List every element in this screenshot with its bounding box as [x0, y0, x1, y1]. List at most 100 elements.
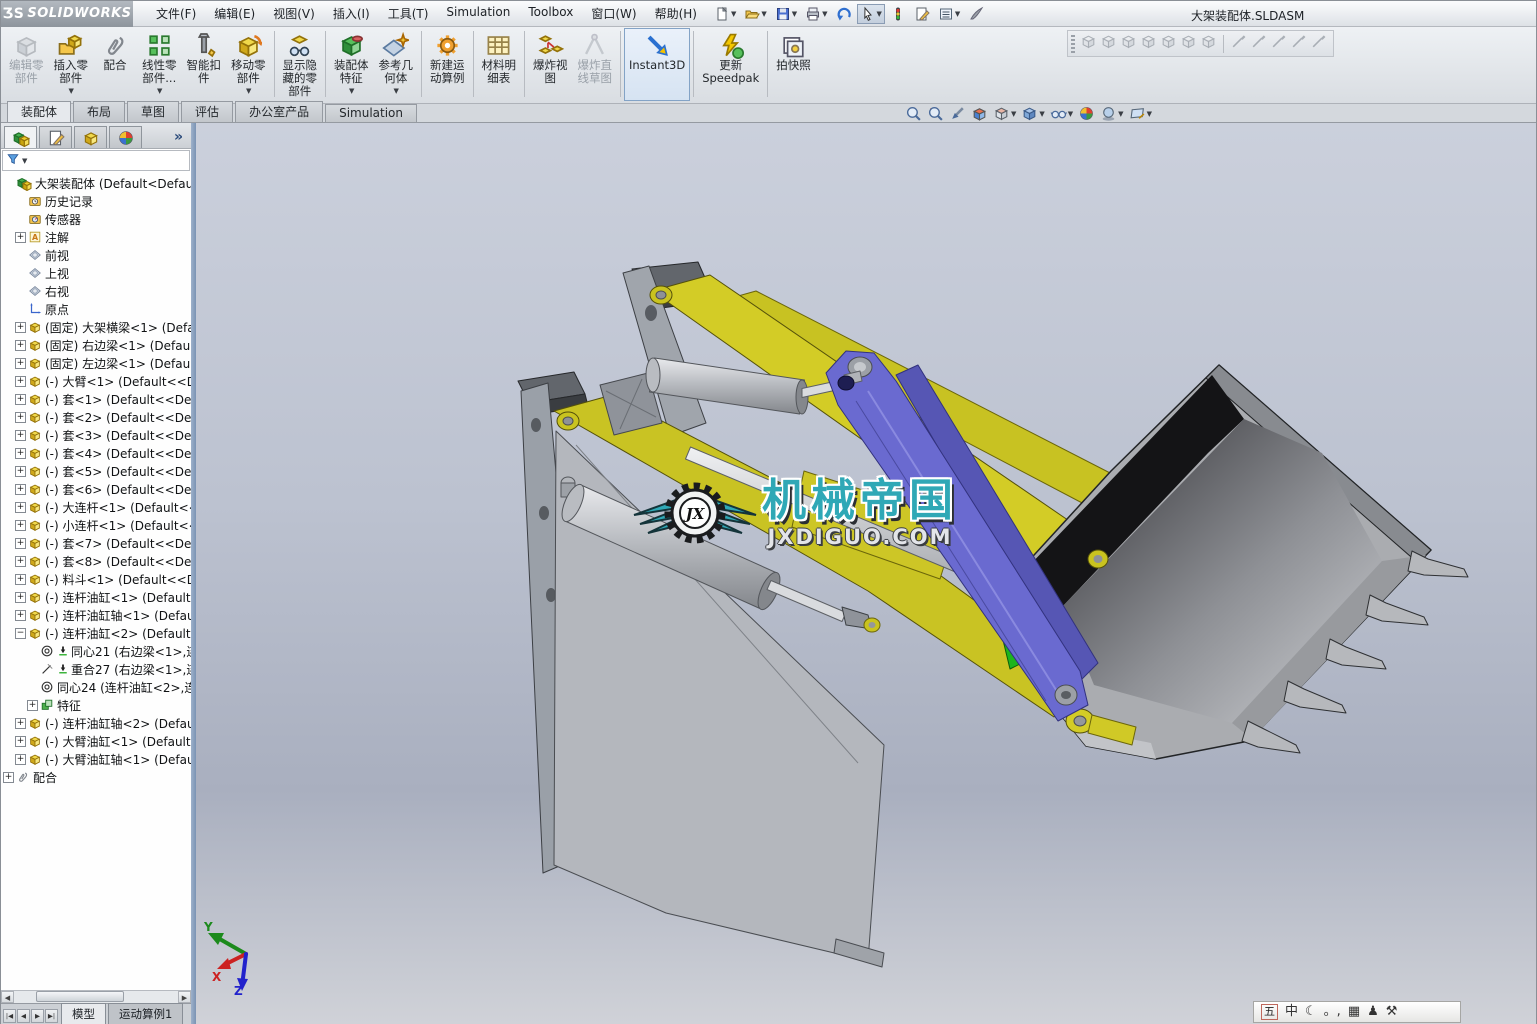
- panel-overflow-chevron[interactable]: »: [174, 129, 188, 148]
- tree-expander[interactable]: +: [15, 610, 26, 621]
- tree-expander[interactable]: +: [15, 592, 26, 603]
- menu-视图[interactable]: 视图(V): [264, 1, 324, 26]
- ribbon-show-hidden-button[interactable]: 显示隐藏的零部件: [278, 28, 323, 101]
- traffic-lights-button[interactable]: [887, 4, 909, 24]
- scrollbar-thumb[interactable]: [36, 991, 124, 1002]
- view-settings-button[interactable]: ▼: [1128, 105, 1153, 122]
- tree-row[interactable]: +(-) 连杆油缸轴<2> (Default: [1, 714, 191, 732]
- new-doc-button[interactable]: ▼: [711, 4, 739, 24]
- study-nav-button[interactable]: ◀: [17, 1009, 30, 1023]
- tree-row[interactable]: −(-) 连杆油缸<2> (Default<: [1, 624, 191, 642]
- ribbon-bom-button[interactable]: 材料明细表: [477, 28, 522, 101]
- menu-编辑[interactable]: 编辑(E): [205, 1, 264, 26]
- tree-expander[interactable]: +: [15, 394, 26, 405]
- tab-办公室产品[interactable]: 办公室产品: [235, 101, 323, 122]
- tree-row[interactable]: +A注解: [1, 228, 191, 246]
- search-button[interactable]: [965, 4, 987, 24]
- list-options-button[interactable]: ▼: [935, 4, 963, 24]
- tree-row[interactable]: +特征: [1, 696, 191, 714]
- tree-row[interactable]: +(-) 大连杆<1> (Default<<[: [1, 498, 191, 516]
- view-orientation-button[interactable]: ▼: [992, 105, 1017, 122]
- tree-expander[interactable]: +: [15, 448, 26, 459]
- tree-expander[interactable]: +: [15, 376, 26, 387]
- tree-row[interactable]: +(-) 料斗<1> (Default<<De: [1, 570, 191, 588]
- tree-row[interactable]: +(-) 连杆油缸<1> (Default<: [1, 588, 191, 606]
- apply-scene-button[interactable]: ▼: [1099, 105, 1124, 122]
- open-folder-button[interactable]: ▼: [741, 4, 769, 24]
- tree-row[interactable]: +配合: [1, 768, 191, 786]
- ribbon-insert-component-button[interactable]: 插入零部件▼: [49, 28, 94, 101]
- loader-assembly-model[interactable]: Y X Z: [196, 123, 1536, 1024]
- tree-row[interactable]: 原点: [1, 300, 191, 318]
- hide-show-items-button[interactable]: ▼: [1049, 105, 1074, 122]
- ime-chinese[interactable]: 中: [1285, 1002, 1298, 1022]
- panel-tab-property-manager[interactable]: [39, 126, 72, 148]
- update-link-button[interactable]: [1270, 33, 1287, 54]
- tree-row[interactable]: 前视: [1, 246, 191, 264]
- tree-horizontal-scrollbar[interactable]: ◀ ▶: [1, 990, 191, 1003]
- tree-row[interactable]: +(-) 大臂油缸轴<1> (Defaul: [1, 750, 191, 768]
- tree-expander[interactable]: −: [15, 628, 26, 639]
- tab-装配体[interactable]: 装配体: [7, 101, 71, 122]
- ribbon-move-component-button[interactable]: 移动零部件▼: [226, 28, 271, 101]
- tree-row[interactable]: +(-) 大臂<1> (Default<<De: [1, 372, 191, 390]
- ribbon-assembly-features-button[interactable]: 装配体特征▼: [329, 28, 374, 101]
- ribbon-reference-geometry-button[interactable]: 参考几何体▼: [374, 28, 419, 101]
- ime-tools[interactable]: ⚒: [1386, 1002, 1398, 1022]
- tree-row[interactable]: 大架装配体 (Default<Default_: [1, 174, 191, 192]
- properties-button[interactable]: [911, 4, 933, 24]
- tree-row[interactable]: 同心21 (右边梁<1>,连: [1, 642, 191, 660]
- add-sketch-button[interactable]: [1250, 33, 1267, 54]
- ribbon-mate-button[interactable]: 配合: [93, 28, 137, 101]
- tree-expander[interactable]: +: [15, 754, 26, 765]
- tree-row[interactable]: +(固定) 大架横梁<1> (Defau: [1, 318, 191, 336]
- tree-expander[interactable]: +: [15, 430, 26, 441]
- ime-punctuation[interactable]: 。,: [1324, 1002, 1341, 1022]
- ribbon-speedpak-button[interactable]: 更新Speedpak: [697, 28, 764, 101]
- section-view-button[interactable]: [970, 105, 989, 122]
- ribbon-linear-pattern-button[interactable]: 线性零部件...▼: [137, 28, 182, 101]
- panel-tab-configuration-manager[interactable]: [74, 126, 107, 148]
- menu-Simulation[interactable]: Simulation: [437, 1, 519, 26]
- scroll-right-arrow[interactable]: ▶: [178, 991, 191, 1003]
- tree-row[interactable]: 传感器: [1, 210, 191, 228]
- ribbon-motion-study-button[interactable]: 新建运动算例: [425, 28, 470, 101]
- tree-row[interactable]: +(-) 套<4> (Default<<Defa: [1, 444, 191, 462]
- study-nav-button[interactable]: ▶: [31, 1009, 44, 1023]
- view-front-button[interactable]: [1080, 33, 1097, 54]
- tab-评估[interactable]: 评估: [181, 101, 233, 122]
- tree-expander[interactable]: +: [15, 502, 26, 513]
- tree-row[interactable]: +(-) 套<5> (Default<<Defa: [1, 462, 191, 480]
- tree-expander[interactable]: +: [15, 322, 26, 333]
- menu-Toolbox[interactable]: Toolbox: [519, 1, 582, 26]
- tree-row[interactable]: +(-) 大臂油缸<1> (Default<: [1, 732, 191, 750]
- ribbon-exploded-view-button[interactable]: 爆炸视图: [528, 28, 573, 101]
- view-right-button[interactable]: [1140, 33, 1157, 54]
- scroll-left-arrow[interactable]: ◀: [1, 991, 14, 1003]
- tree-row[interactable]: +(固定) 右边梁<1> (Default: [1, 336, 191, 354]
- view-bottom-button[interactable]: [1180, 33, 1197, 54]
- tree-expander[interactable]: +: [15, 718, 26, 729]
- undo-button[interactable]: [833, 4, 855, 24]
- tree-expander[interactable]: +: [15, 484, 26, 495]
- zoom-fit-button[interactable]: [904, 105, 923, 122]
- tree-row[interactable]: +(-) 套<6> (Default<<Defa: [1, 480, 191, 498]
- view-left-button[interactable]: [1120, 33, 1137, 54]
- tree-expander[interactable]: +: [15, 574, 26, 585]
- tab-模型[interactable]: 模型: [61, 1003, 106, 1024]
- study-nav-button[interactable]: |◀: [3, 1009, 16, 1023]
- tree-row[interactable]: +(-) 套<3> (Default<<Defa: [1, 426, 191, 444]
- tree-expander[interactable]: +: [15, 736, 26, 747]
- tree-expander[interactable]: +: [15, 358, 26, 369]
- panel-tab-display-manager[interactable]: [109, 126, 142, 148]
- ribbon-snapshot-button[interactable]: 拍快照: [771, 28, 816, 101]
- menu-插入[interactable]: 插入(I): [324, 1, 379, 26]
- save-button[interactable]: ▼: [772, 4, 800, 24]
- tree-row[interactable]: 历史记录: [1, 192, 191, 210]
- tree-row[interactable]: +(-) 套<8> (Default<<Defa: [1, 552, 191, 570]
- tree-row[interactable]: 重合27 (右边梁<1>,连: [1, 660, 191, 678]
- tree-row[interactable]: +(-) 套<2> (Default<<Defa: [1, 408, 191, 426]
- tree-expander[interactable]: +: [15, 538, 26, 549]
- zoom-area-button[interactable]: [926, 105, 945, 122]
- tree-row[interactable]: +(-) 套<1> (Default<<Defa: [1, 390, 191, 408]
